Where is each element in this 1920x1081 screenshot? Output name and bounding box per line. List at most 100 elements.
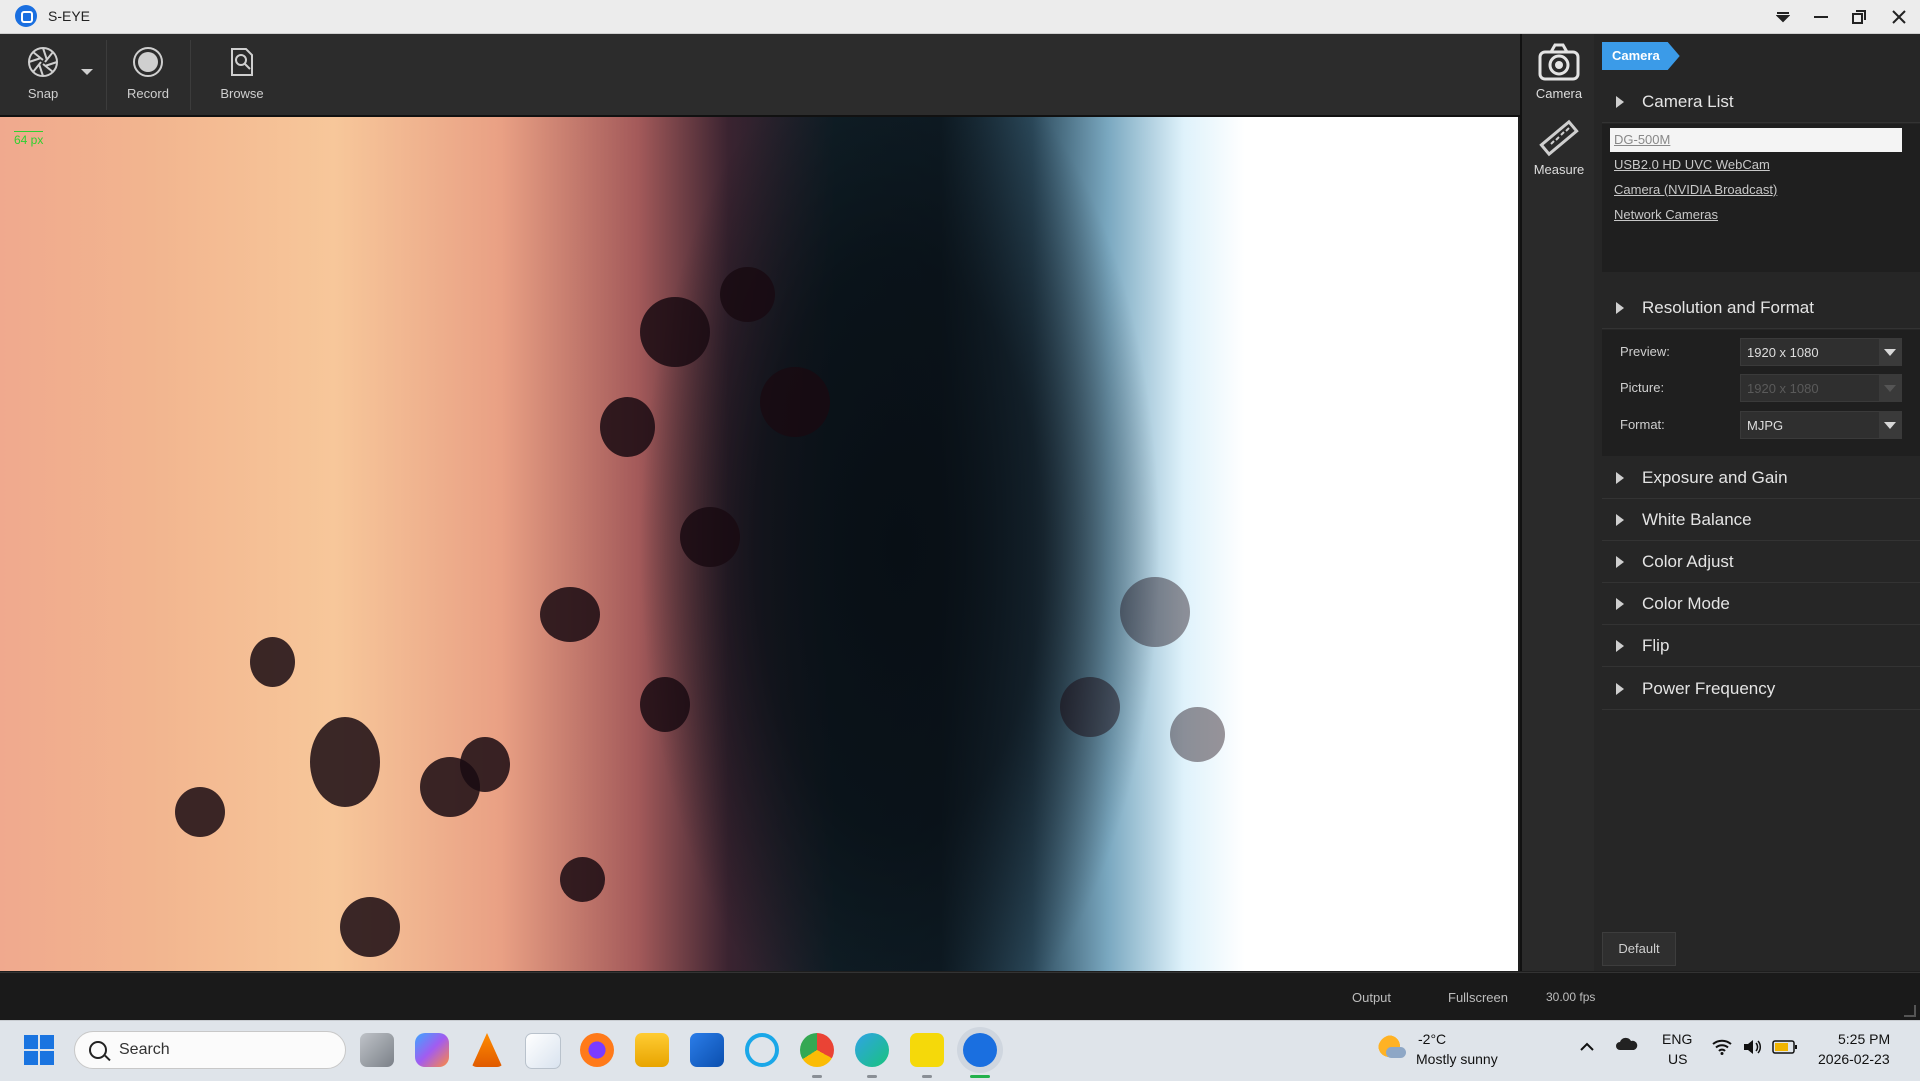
expand-arrow-icon xyxy=(1616,514,1624,526)
picture-label: Picture: xyxy=(1620,380,1665,395)
close-icon xyxy=(1892,9,1906,24)
fullscreen-button[interactable]: Fullscreen xyxy=(1448,990,1508,1005)
picture-select: 1920 x 1080 xyxy=(1740,374,1902,402)
specimen-blob xyxy=(720,267,775,322)
expand-arrow-icon xyxy=(1616,598,1624,610)
tab-camera-label: Camera xyxy=(1535,86,1583,101)
preview-select[interactable]: 1920 x 1080 xyxy=(1740,338,1902,366)
browse-button[interactable]: Browse xyxy=(208,34,276,115)
section-power-frequency[interactable]: Power Frequency xyxy=(1602,669,1920,710)
chevron-up-icon xyxy=(1580,1042,1594,1051)
section-color-adjust[interactable]: Color Adjust xyxy=(1602,542,1920,583)
section-camera-list[interactable]: Camera List xyxy=(1602,82,1920,123)
restore-button[interactable] xyxy=(1840,0,1878,33)
tab-measure[interactable]: Measure xyxy=(1522,116,1596,192)
weather-icon[interactable] xyxy=(1378,1035,1406,1063)
section-color-mode[interactable]: Color Mode xyxy=(1602,584,1920,625)
camera-item-nvidia-broadcast[interactable]: Camera (NVIDIA Broadcast) xyxy=(1610,178,1902,202)
dropdown-arrow-icon xyxy=(1879,375,1901,401)
camera-list: DG-500M USB2.0 HD UVC WebCam Camera (NVI… xyxy=(1602,124,1920,272)
mail-icon[interactable] xyxy=(690,1033,724,1067)
expand-arrow-icon xyxy=(1616,556,1624,568)
tab-camera[interactable]: Camera xyxy=(1522,38,1596,114)
format-value: MJPG xyxy=(1747,418,1784,433)
specimen-blob xyxy=(760,367,830,437)
app-icon-yellow[interactable] xyxy=(910,1033,944,1067)
expand-arrow-icon xyxy=(1616,302,1624,314)
search-icon xyxy=(89,1041,107,1059)
section-flip[interactable]: Flip xyxy=(1602,626,1920,667)
vlc-icon[interactable] xyxy=(471,1033,503,1067)
weather-description: Mostly sunny xyxy=(1416,1051,1498,1067)
record-icon xyxy=(132,46,164,78)
section-resolution-title: Resolution and Format xyxy=(1642,298,1814,317)
file-explorer-icon[interactable] xyxy=(635,1033,669,1067)
camera-item-network-cameras[interactable]: Network Cameras xyxy=(1610,203,1902,227)
status-bar: Output Fullscreen 30.00 fps xyxy=(0,972,1920,1021)
breadcrumb[interactable]: Camera xyxy=(1602,42,1680,70)
microsoft-store-icon[interactable] xyxy=(525,1033,561,1069)
search-placeholder: Search xyxy=(119,1041,170,1058)
running-indicator xyxy=(867,1075,877,1078)
tab-measure-label: Measure xyxy=(1533,162,1585,177)
chevron-down-icon xyxy=(1776,11,1790,22)
snap-options-dropdown[interactable] xyxy=(80,64,94,82)
section-resolution[interactable]: Resolution and Format xyxy=(1602,288,1920,329)
clock-time[interactable]: 5:25 PM xyxy=(1838,1031,1890,1047)
toolbar: Snap Record Browse xyxy=(0,34,1520,117)
menu-dropdown-button[interactable] xyxy=(1764,0,1802,33)
running-indicator xyxy=(812,1075,822,1078)
ruler-icon xyxy=(1539,119,1579,157)
format-row: Format: MJPG xyxy=(1602,407,1920,443)
firefox-icon[interactable] xyxy=(580,1033,614,1067)
format-select[interactable]: MJPG xyxy=(1740,411,1902,439)
specimen-blob xyxy=(460,737,510,792)
app-icon xyxy=(15,5,37,27)
snap-button[interactable]: Snap xyxy=(14,34,72,115)
specimen-blob xyxy=(540,587,600,642)
minimize-button[interactable] xyxy=(1802,0,1840,33)
section-color-adjust-title: Color Adjust xyxy=(1642,552,1734,571)
active-indicator xyxy=(970,1075,990,1078)
browse-icon xyxy=(226,46,258,78)
cortana-icon[interactable] xyxy=(745,1033,779,1067)
expand-arrow-icon xyxy=(1616,640,1624,652)
windows-start-icon[interactable] xyxy=(24,1035,54,1065)
clock-date[interactable]: 2026-02-23 xyxy=(1818,1051,1890,1067)
specimen-blob xyxy=(1170,707,1225,762)
snap-label: Snap xyxy=(27,86,59,101)
onedrive-icon[interactable] xyxy=(1616,1037,1638,1054)
chrome-icon[interactable] xyxy=(800,1033,834,1067)
preview-value: 1920 x 1080 xyxy=(1747,345,1819,360)
settings-panel: Camera Camera List DG-500M USB2.0 HD UVC… xyxy=(1594,34,1920,971)
copilot-icon[interactable] xyxy=(415,1033,449,1067)
language-secondary[interactable]: US xyxy=(1668,1051,1687,1067)
taskbar-search[interactable]: Search xyxy=(74,1031,346,1069)
close-button[interactable] xyxy=(1880,0,1918,33)
resize-grip[interactable] xyxy=(1904,1005,1916,1017)
preview-row: Preview: 1920 x 1080 xyxy=(1602,334,1920,370)
default-button[interactable]: Default xyxy=(1602,932,1676,966)
record-button[interactable]: Record xyxy=(116,34,180,115)
s-eye-taskbar-icon[interactable] xyxy=(963,1033,997,1067)
volume-icon[interactable] xyxy=(1742,1039,1762,1058)
specimen-blob xyxy=(175,787,225,837)
specimen-blob xyxy=(340,897,400,957)
cloud-icon xyxy=(1616,1037,1638,1050)
camera-item-usb-webcam[interactable]: USB2.0 HD UVC WebCam xyxy=(1610,153,1902,177)
battery-icon[interactable] xyxy=(1772,1040,1798,1057)
task-view-icon[interactable] xyxy=(360,1033,394,1067)
edge-icon[interactable] xyxy=(855,1033,889,1067)
wifi-icon[interactable] xyxy=(1712,1039,1732,1058)
camera-item-dg-500m[interactable]: DG-500M xyxy=(1610,128,1902,152)
dropdown-arrow-icon xyxy=(1879,412,1901,438)
picture-value: 1920 x 1080 xyxy=(1747,381,1819,396)
expand-arrow-icon xyxy=(1616,96,1624,108)
language-primary[interactable]: ENG xyxy=(1662,1031,1692,1047)
camera-preview[interactable]: 64 px xyxy=(0,117,1518,971)
section-exposure-gain[interactable]: Exposure and Gain xyxy=(1602,458,1920,499)
output-button[interactable]: Output xyxy=(1352,990,1391,1005)
taskbar: Search -2°C Mostly sunny ENG US 5:25 PM … xyxy=(0,1020,1920,1081)
show-hidden-icons[interactable] xyxy=(1580,1039,1594,1055)
section-white-balance[interactable]: White Balance xyxy=(1602,500,1920,541)
